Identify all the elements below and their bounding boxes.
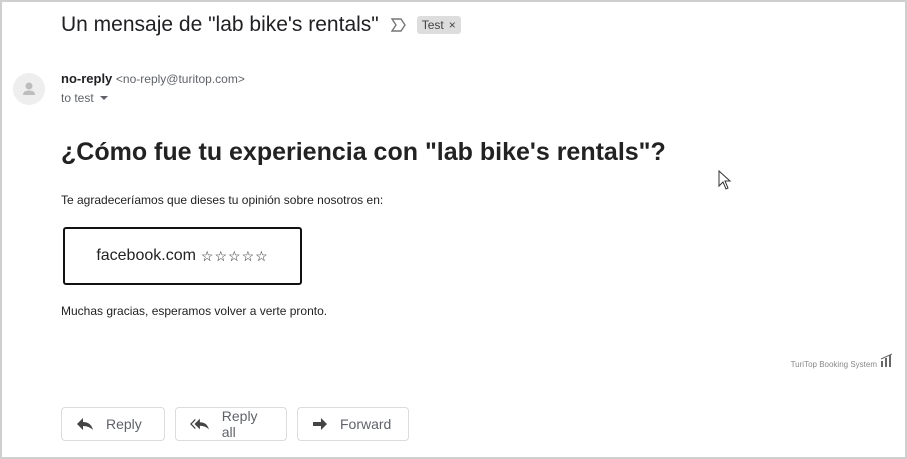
review-site-label: facebook.com [96,247,196,264]
reply-icon [77,418,93,430]
forward-icon [313,418,327,430]
intro-text: Te agradeceríamos que dieses tu opinión … [61,193,384,207]
label-arrow-icon[interactable] [390,18,407,32]
label-tag[interactable]: Test × [416,16,461,34]
mouse-cursor-icon [718,170,732,190]
avatar[interactable] [13,73,45,105]
forward-button[interactable]: Forward [297,407,409,441]
label-remove-button[interactable]: × [449,18,456,32]
facebook-review-link[interactable]: facebook.com ☆☆☆☆☆ [63,227,302,285]
recipient-details[interactable]: to test [61,91,108,105]
email-heading: ¿Cómo fue tu experiencia con "lab bike's… [61,138,666,166]
sender-name[interactable]: no-reply [61,71,112,86]
chevron-down-icon[interactable] [99,96,108,100]
brand-footer: TuriTop Booking System [790,360,877,369]
thanks-text: Muchas gracias, esperamos volver a verte… [61,304,328,318]
reply-all-icon [190,418,209,430]
reply-button[interactable]: Reply [61,407,165,441]
reply-label: Reply [106,416,142,432]
reply-all-label: Reply all [221,408,258,440]
reply-all-button[interactable]: Reply all [175,407,287,441]
email-subject: Un mensaje de "lab bike's rentals" [61,13,379,36]
avatar-person-icon [23,82,35,95]
sender-line: no-reply <no-reply@turitop.com> [61,71,245,86]
subject-row: Un mensaje de "lab bike's rentals" Test … [61,13,461,37]
rating-stars: ☆☆☆☆☆ [200,247,269,264]
forward-label: Forward [340,416,392,432]
label-tag-text: Test [421,18,444,32]
action-bar: Reply Reply all Forward [61,407,409,441]
recipient-label: to test [61,91,94,105]
turitop-logo-icon [880,353,893,367]
sender-email: <no-reply@turitop.com> [115,72,245,86]
